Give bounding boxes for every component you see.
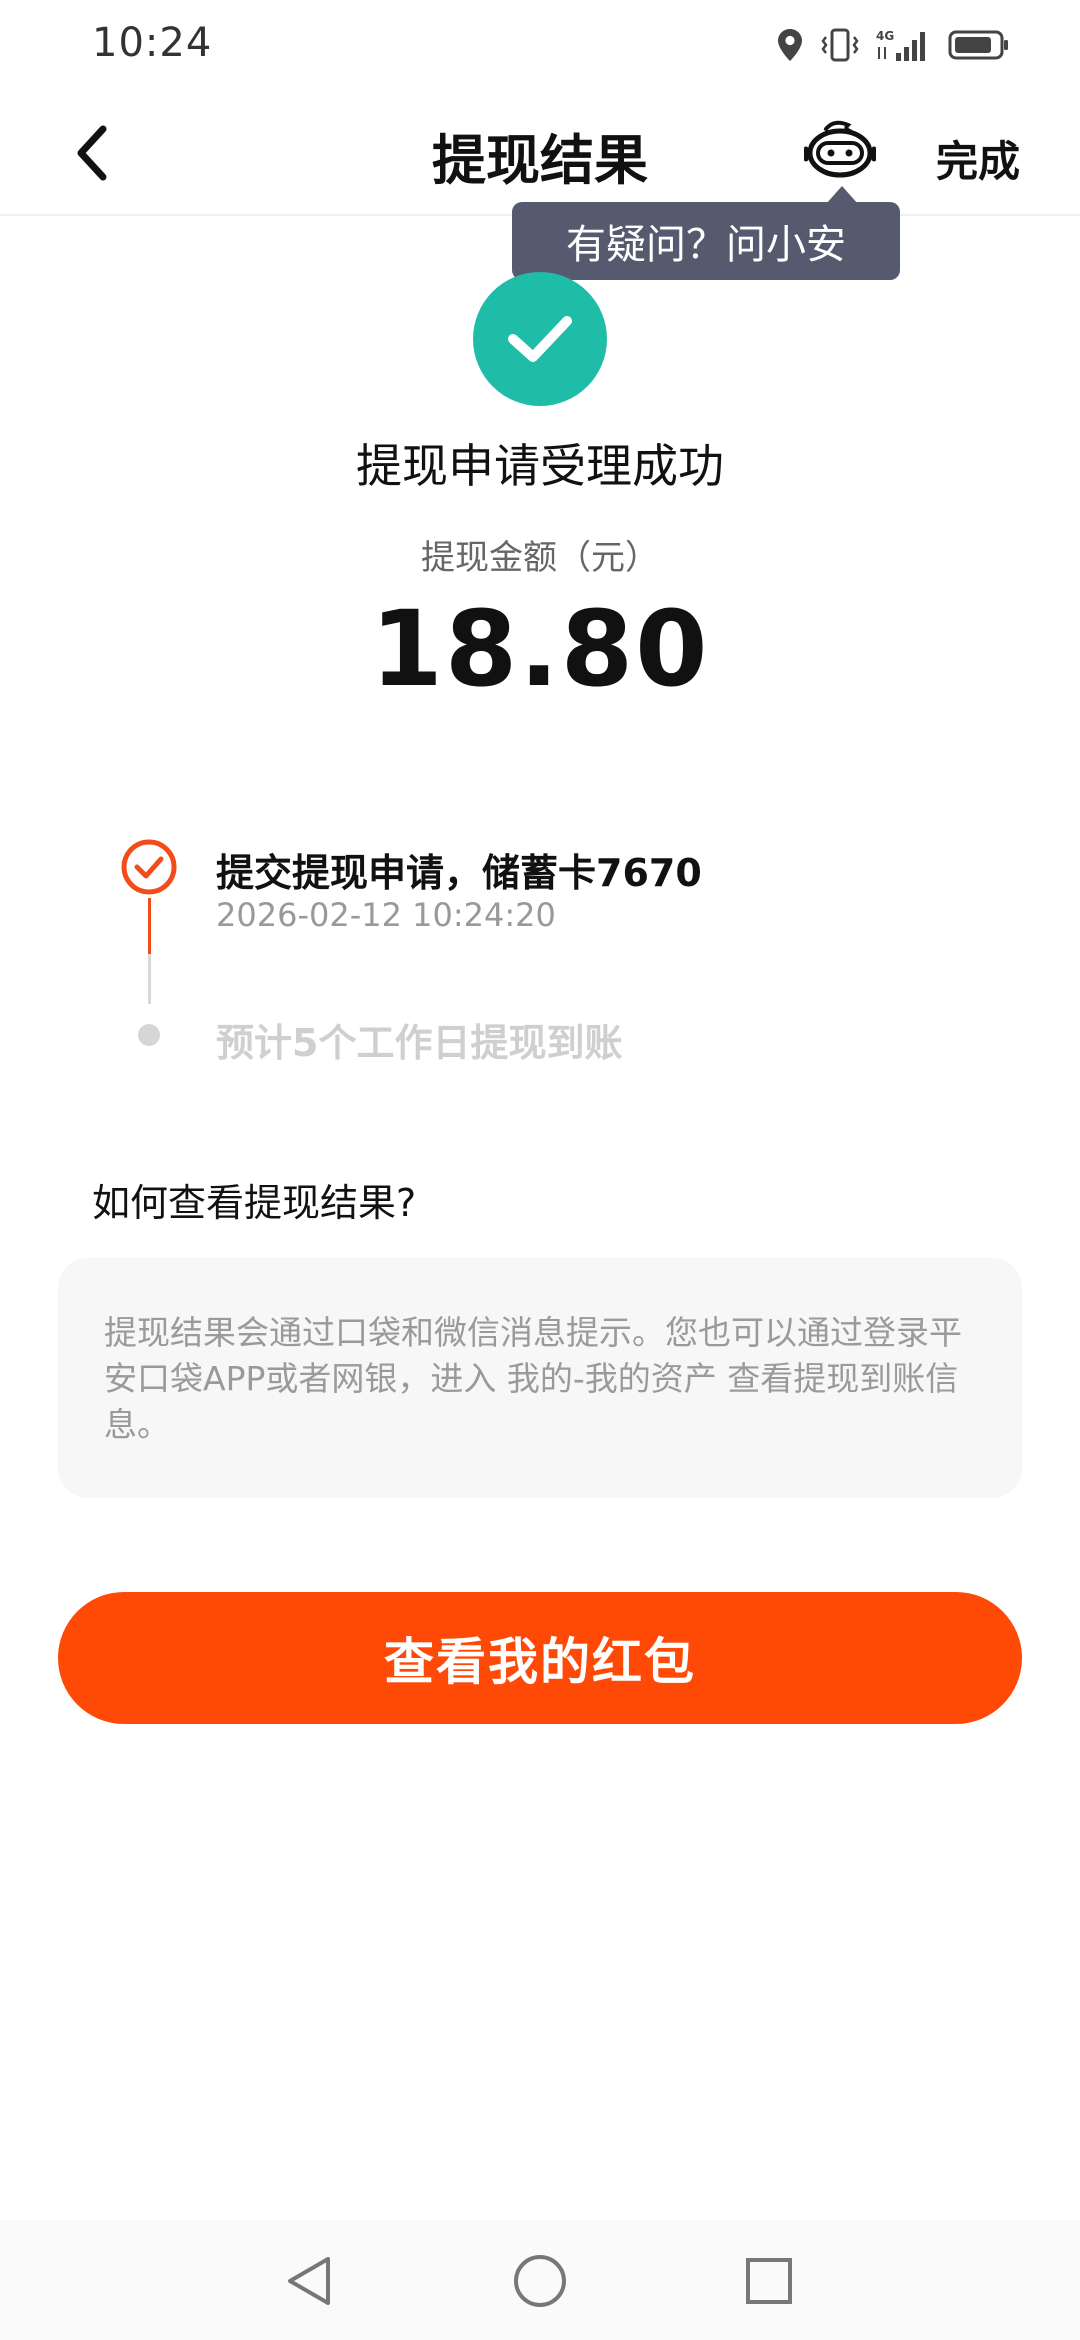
location-icon — [776, 27, 804, 63]
square-recent-icon — [746, 2258, 792, 2304]
assistant-button[interactable] — [800, 112, 880, 192]
screen: 10:24 4G 提现结果 完成 有疑问？问小安 提现申请受理成功 提现金额（元… — [0, 0, 1080, 2340]
timeline-step-title: 提交提现申请，储蓄卡7670 — [216, 851, 702, 895]
amount-value: 18.80 — [370, 588, 710, 710]
nav-back-button[interactable] — [274, 2246, 344, 2316]
nav-home-button[interactable] — [505, 2246, 575, 2316]
nav-recent-button[interactable] — [734, 2246, 804, 2316]
view-red-packet-button[interactable]: 查看我的红包 — [58, 1592, 1022, 1724]
faq-title: 如何查看提现结果? — [92, 1181, 417, 1225]
signal-icon: 4G — [876, 27, 932, 63]
status-time: 10:24 — [92, 20, 213, 66]
status-bar: 10:24 4G — [0, 0, 1080, 90]
step-pending-dot — [138, 1024, 160, 1046]
faq-body: 提现结果会通过口袋和微信消息提示。您也可以通过登录平安口袋APP或者网银，进入 … — [104, 1313, 962, 1444]
chevron-left-icon — [77, 125, 107, 181]
timeline-line-active — [148, 898, 151, 954]
assistant-tooltip[interactable]: 有疑问？问小安 — [512, 202, 900, 280]
circle-home-icon — [514, 2255, 566, 2307]
assistant-robot-icon — [804, 120, 876, 178]
result-status-title: 提现申请受理成功 — [356, 439, 724, 493]
timeline-step-title-pending: 预计5个工作日提现到账 — [216, 1021, 623, 1065]
step-done-icon — [120, 838, 178, 896]
page-title: 提现结果 — [432, 129, 648, 192]
timeline-line-pending — [148, 954, 151, 1004]
done-button[interactable]: 完成 — [936, 128, 1020, 189]
success-check-icon — [473, 272, 607, 406]
amount-label: 提现金额（元） — [421, 538, 659, 578]
network-label: 4G — [876, 29, 894, 43]
vibrate-icon — [820, 27, 860, 63]
triangle-back-icon — [288, 2257, 330, 2305]
back-button[interactable] — [60, 120, 126, 186]
status-icons: 4G — [776, 24, 1010, 66]
faq-box: 提现结果会通过口袋和微信消息提示。您也可以通过登录平安口袋APP或者网银，进入 … — [58, 1258, 1022, 1498]
system-nav-bar — [0, 2220, 1080, 2340]
app-header: 提现结果 完成 — [0, 90, 1080, 216]
timeline-step-time: 2026-02-12 10:24:20 — [216, 896, 556, 934]
battery-icon — [948, 28, 1010, 62]
